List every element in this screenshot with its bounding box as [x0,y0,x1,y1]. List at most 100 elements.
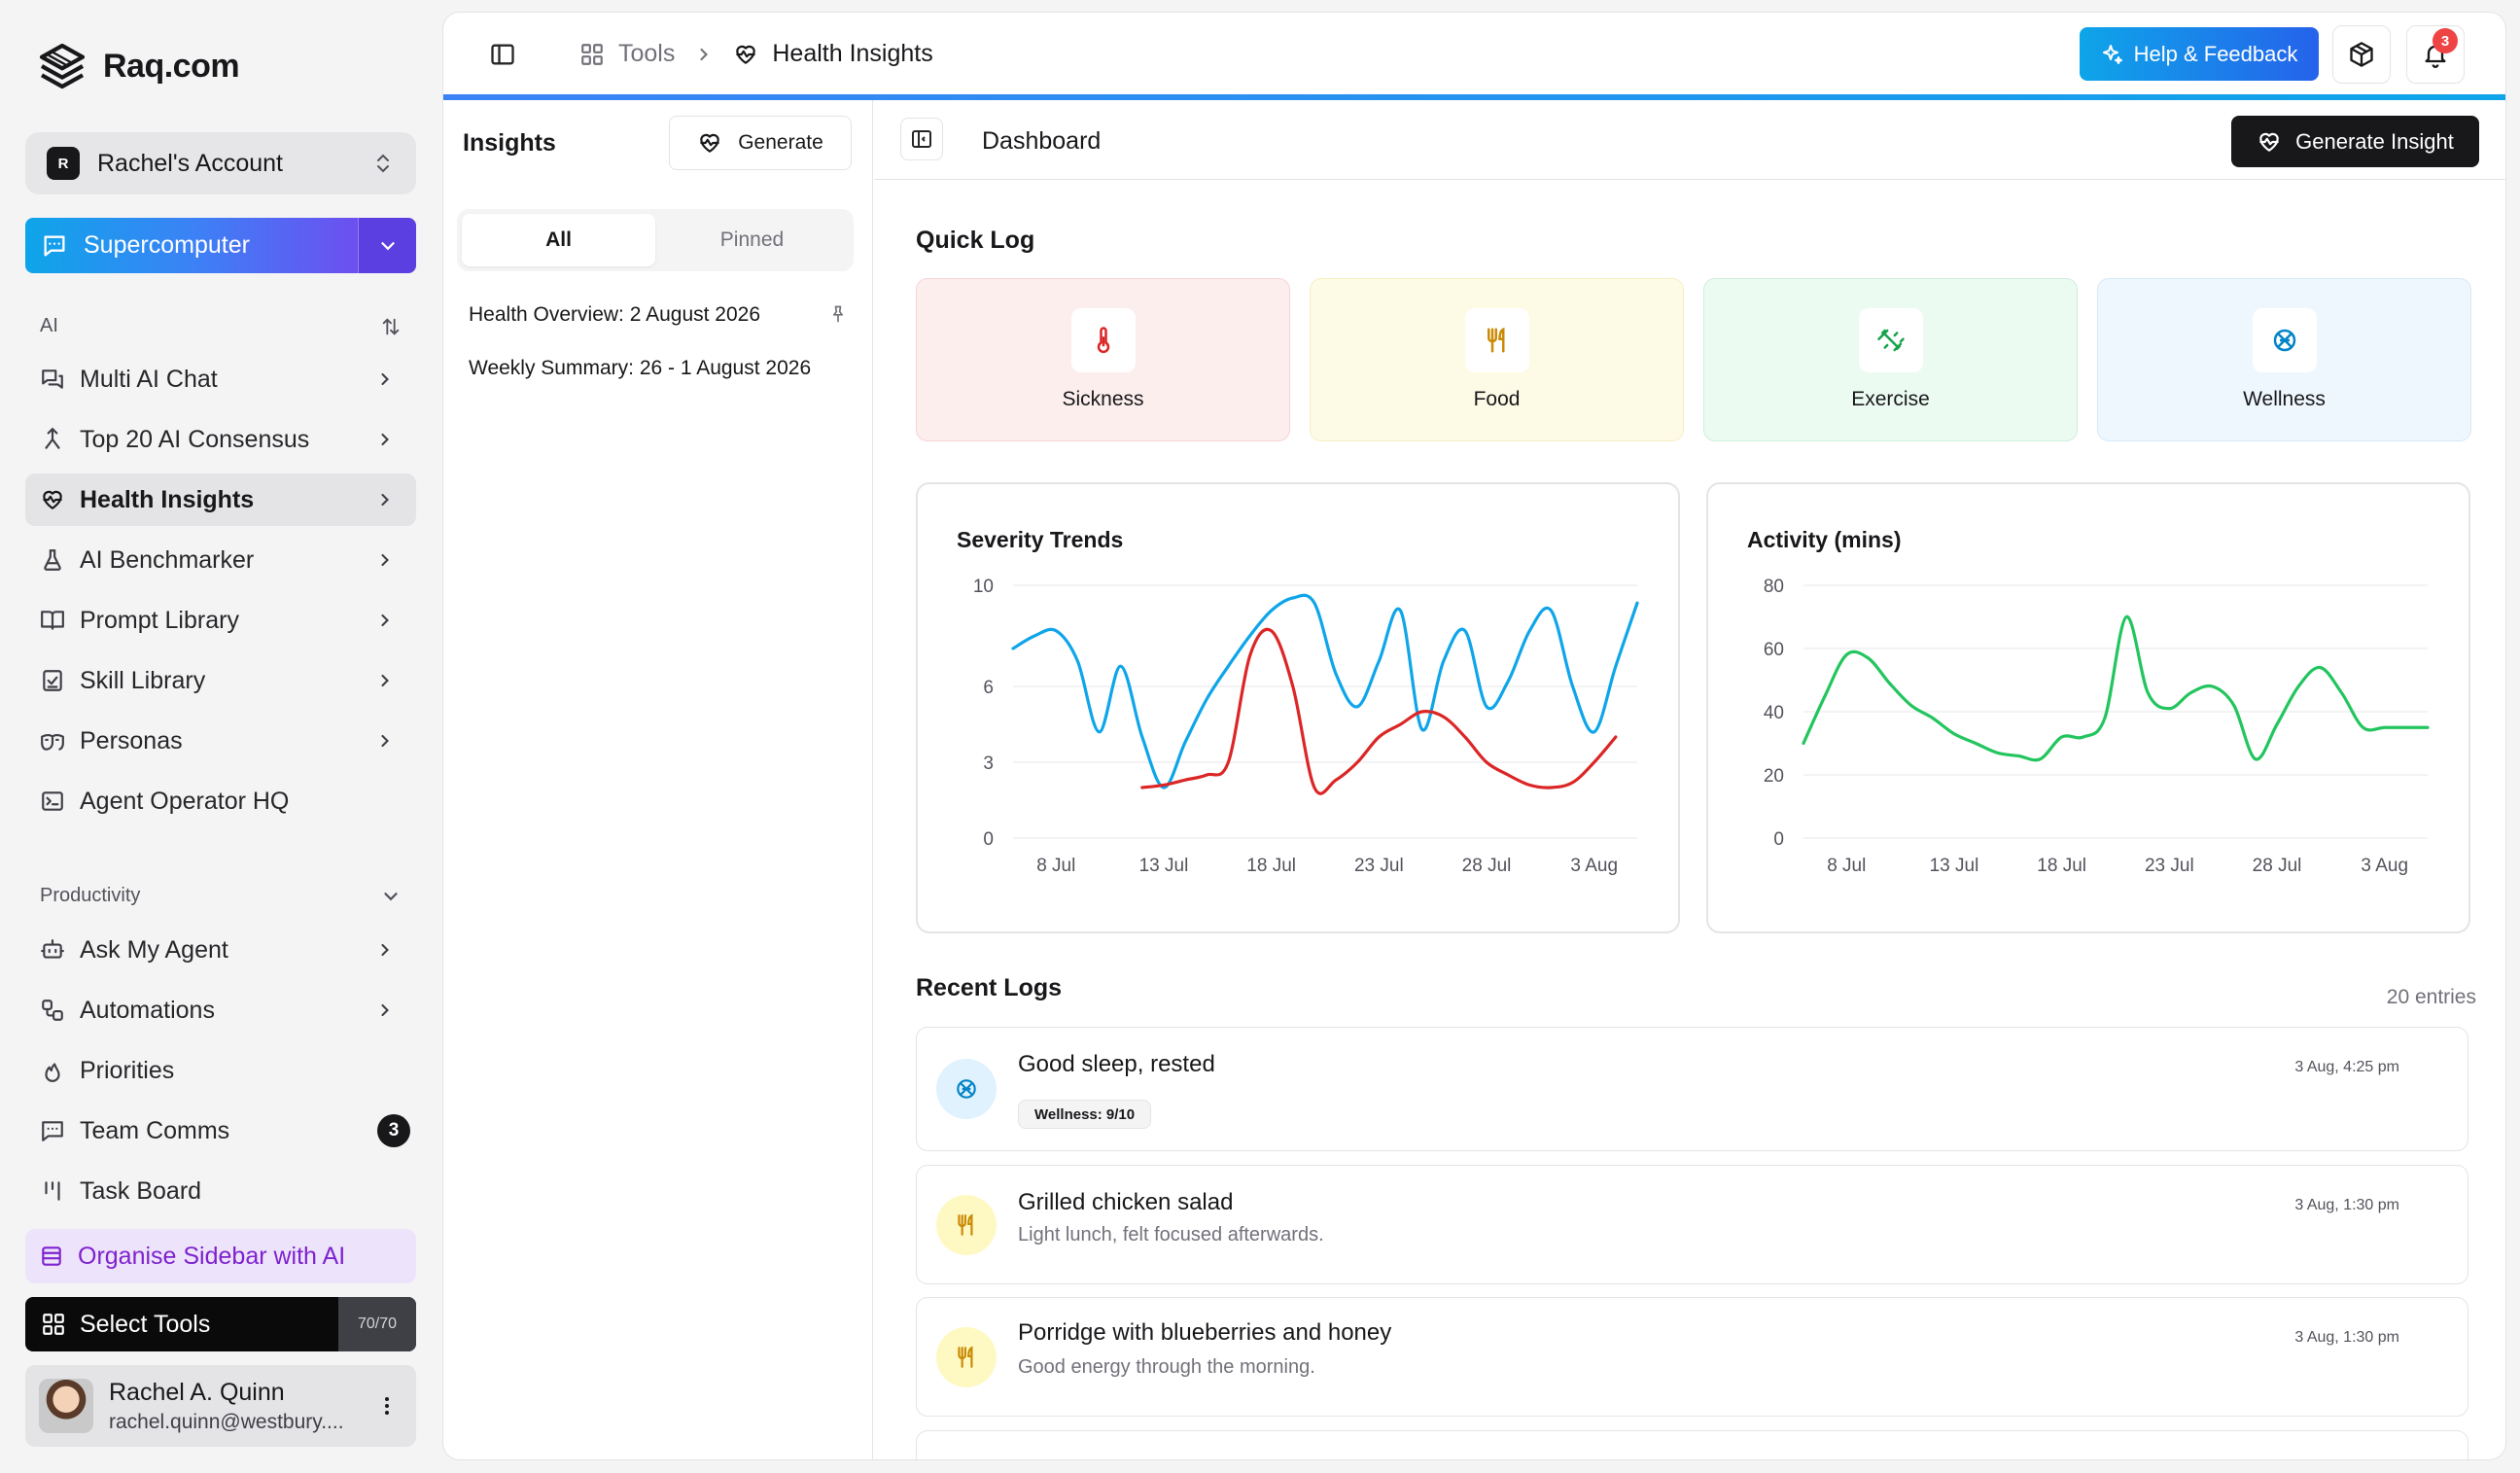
sidebar-item-health-insights[interactable]: Health Insights [25,473,416,526]
sidebar-toggle-icon[interactable] [489,41,516,68]
panel-toggle-button[interactable] [900,118,943,160]
quick-log-food[interactable]: Food [1310,278,1684,441]
y-tick-label: 0 [1773,829,1784,850]
x-tick-label: 23 Jul [1354,856,1404,876]
y-tick-label: 3 [983,754,994,774]
x-tick-label: 23 Jul [2145,856,2194,876]
quick-log-sickness[interactable]: Sickness [916,278,1290,441]
package-button[interactable] [2332,25,2391,84]
user-profile[interactable]: Rachel A. Quinn rachel.quinn@westbury...… [25,1365,416,1447]
sidebar-item-automations[interactable]: Automations [25,984,416,1036]
series-line-1 [1802,614,2430,762]
sidebar-item-label: Task Board [80,1176,202,1205]
x-tick-label: 13 Jul [1139,856,1189,876]
sidebar-item-multi-ai-chat[interactable]: Multi AI Chat [25,353,416,405]
x-tick-label: 28 Jul [2253,856,2302,876]
y-tick-label: 20 [1764,766,1784,787]
generate-button[interactable]: Generate [669,116,852,170]
merge-icon [39,426,66,453]
y-tick-label: 60 [1764,640,1784,660]
account-switcher[interactable]: R Rachel's Account [25,132,416,194]
sidebar-item-ask-my-agent[interactable]: Ask My Agent [25,924,416,976]
sidebar-item-label: Top 20 AI Consensus [80,425,310,453]
brain-icon [2252,308,2317,372]
generate-insight-button[interactable]: Generate Insight [2231,116,2479,167]
breadcrumb-current: Health Insights [772,40,933,67]
x-tick-label: 3 Aug [1570,856,1618,876]
utensils-icon [936,1327,997,1387]
breadcrumb-tools[interactable]: Tools [618,40,675,68]
list-icon [39,1244,64,1269]
log-title: Porridge with blueberries and honey [1018,1319,1392,1346]
sidebar-item-ai-benchmarker[interactable]: AI Benchmarker [25,534,416,586]
list-item[interactable]: Good sleep, rested Wellness: 9/10 3 Aug,… [916,1027,2468,1151]
help-feedback-label: Help & Feedback [2133,41,2298,66]
x-tick-label: 3 Aug [2361,856,2408,876]
insight-item[interactable]: Weekly Summary: 26 - 1 August 2026 [469,357,811,380]
generate-insight-label: Generate Insight [2295,128,2454,154]
log-title: Grilled chicken salad [1018,1189,1234,1215]
sidebar-item-personas[interactable]: Personas [25,715,416,767]
series-line-2 [1140,627,1618,795]
sidebar-item-team-comms[interactable]: Team Comms 3 [25,1105,416,1157]
message-icon [39,1117,66,1144]
list-item[interactable]: Porridge with blueberries and honey Good… [916,1297,2468,1417]
list-item[interactable]: Grilled chicken salad Light lunch, felt … [916,1165,2468,1284]
more-vertical-icon[interactable] [375,1394,399,1418]
chat-square-icon [41,232,68,260]
sidebar-item-prompt-library[interactable]: Prompt Library [25,594,416,647]
list-item[interactable] [916,1430,2468,1459]
sidebar-item-label: Personas [80,726,183,754]
tab-pinned[interactable]: Pinned [655,214,849,266]
book-icon [39,607,66,634]
clipboard-icon [39,667,66,694]
tab-all[interactable]: All [462,214,655,266]
page-title: Dashboard [982,127,1102,155]
y-tick-label: 40 [1764,703,1784,723]
organise-sidebar-button[interactable]: Organise Sidebar with AI [25,1229,416,1283]
brand-logo[interactable]: Raq.com [35,39,240,93]
grid-icon [41,1312,66,1337]
sidebar-item-label: Automations [80,996,215,1024]
y-tick-label: 10 [973,577,994,597]
grid-icon [579,42,605,67]
sidebar-item-agent-operator-hq[interactable]: Agent Operator HQ [25,775,416,827]
sidebar-item-priorities[interactable]: Priorities [25,1044,416,1097]
sidebar-item-label: Ask My Agent [80,935,228,964]
supercomputer-button[interactable]: Supercomputer [25,218,416,273]
quick-log-wellness[interactable]: Wellness [2097,278,2471,441]
insight-item-title: Health Overview: 2 August 2026 [469,303,761,326]
dashboard-header: Dashboard Generate Insight [874,100,2505,180]
section-productivity[interactable]: Productivity [40,885,402,907]
help-feedback-button[interactable]: Help & Feedback [2080,27,2319,81]
utensils-icon [1464,308,1529,372]
chevron-right-icon [375,1000,395,1020]
notifications-button[interactable]: 3 [2406,25,2465,84]
section-ai[interactable]: AI [40,315,402,337]
sidebar-item-top-20-ai-consensus[interactable]: Top 20 AI Consensus [25,413,416,466]
log-note: Light lunch, felt focused afterwards. [1018,1224,1324,1245]
insight-item[interactable]: Health Overview: 2 August 2026 [469,303,843,327]
sidebar-item-skill-library[interactable]: Skill Library [25,654,416,707]
x-tick-label: 28 Jul [1462,856,1512,876]
select-tools-button[interactable]: Select Tools 70/70 [25,1297,416,1351]
kanban-icon [39,1177,66,1205]
sidebar-item-task-board[interactable]: Task Board [25,1165,416,1217]
section-ai-label: AI [40,315,58,336]
quick-log-label: Sickness [1062,388,1144,410]
supercomputer-dropdown[interactable] [358,218,416,273]
bot-icon [39,936,66,964]
sidebar-item-label: Health Insights [80,485,255,513]
sidebar-item-label: Skill Library [80,666,206,694]
supercomputer-main[interactable]: Supercomputer [25,218,358,273]
mask-icon [39,727,66,754]
pin-icon[interactable] [828,303,848,325]
dashboard: Dashboard Generate Insight Quick Log Sic… [874,100,2505,1459]
user-name: Rachel A. Quinn [109,1378,285,1406]
chevron-down-icon[interactable] [380,886,402,907]
x-tick-label: 18 Jul [2037,856,2086,876]
quick-log-exercise[interactable]: Exercise [1703,278,2078,441]
sort-icon[interactable] [380,316,402,337]
brand-name: Raq.com [103,47,240,85]
log-time: 3 Aug, 4:25 pm [2294,1059,2399,1075]
